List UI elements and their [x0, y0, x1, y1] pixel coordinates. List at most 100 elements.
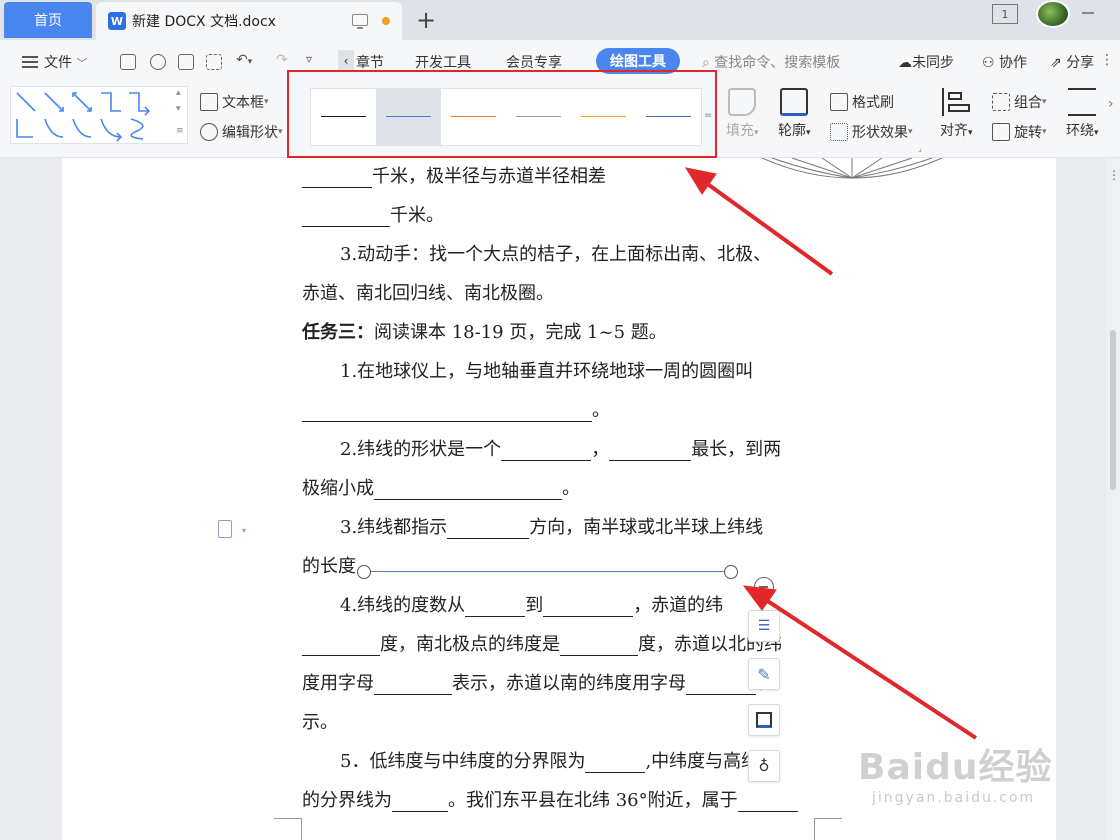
task-heading: 任务三：	[302, 322, 374, 343]
group-button[interactable]: 组合 ▾	[992, 92, 1047, 112]
paragraph-layout-icon[interactable]	[218, 520, 232, 538]
format-painter-button[interactable]: 格式刷	[830, 92, 894, 112]
user-icon: ⚇	[982, 55, 995, 71]
line-shape-gallery[interactable]	[10, 86, 188, 144]
doc-text: 千米。	[390, 205, 444, 226]
scroll-left-icon[interactable]: ‹	[338, 50, 354, 72]
format-painter-label: 格式刷	[852, 95, 894, 111]
text-box-icon	[200, 93, 218, 111]
collapse-icon[interactable]	[754, 577, 774, 597]
avatar[interactable]	[1036, 0, 1070, 28]
doc-text: 千米，极半径与赤道半径相差	[372, 166, 606, 187]
gallery-down-icon[interactable]: ▾	[176, 104, 181, 114]
doc-text: 。	[592, 400, 610, 421]
rotate-button[interactable]: 旋转 ▾	[992, 122, 1047, 142]
vertical-scrollbar[interactable]	[1106, 158, 1120, 840]
layout-options-button[interactable]: ☰	[748, 610, 780, 642]
line-start-handle[interactable]	[357, 565, 371, 579]
fill-blank	[560, 636, 638, 656]
command-search[interactable]: ⌕ 查找命令、搜索模板	[702, 52, 840, 72]
outline-button[interactable]: 轮廓▾	[778, 88, 811, 140]
collaborate-button[interactable]: ⚇ 协作	[982, 52, 1027, 72]
window-minimize-icon[interactable]	[1082, 12, 1094, 15]
text-box-button[interactable]: 文本框 ▾	[200, 92, 269, 112]
watermark-logo: Baidu经验	[858, 738, 1052, 790]
align-button[interactable]: 对齐▾	[940, 88, 973, 140]
fill-bucket-icon	[728, 88, 757, 116]
doc-line: 1.在地球仪上，与地轴垂直并环绕地球一周的圆圈叫	[340, 357, 753, 383]
toolbar-scroll-right-icon[interactable]: ›	[1108, 96, 1114, 112]
chevron-down-icon: ▾	[754, 128, 759, 138]
menu-file-label: 文件	[44, 55, 72, 71]
gallery-expand-icon[interactable]: ≡	[176, 126, 184, 136]
wrap-layout-icon: ☰	[757, 618, 771, 634]
doc-text: 4.纬线的度数从	[340, 595, 466, 616]
menu-file[interactable]: 文件 ﹀	[44, 52, 87, 72]
menu-member[interactable]: 会员专享	[506, 52, 562, 72]
quick-access-more-icon[interactable]: ▿	[306, 52, 312, 66]
share-button[interactable]: ⇗ 分享	[1050, 52, 1094, 72]
wrap-button[interactable]: 环绕▾	[1066, 88, 1099, 140]
doc-line: 。	[302, 396, 610, 422]
tab-document-label: 新建 DOCX 文档.docx	[132, 14, 276, 30]
doc-text: 度，南北极点的纬度是	[380, 634, 560, 655]
redo-icon[interactable]: ↷	[276, 52, 288, 68]
sync-status-label: 未同步	[912, 55, 954, 71]
new-tab-plus-icon[interactable]: +	[416, 6, 436, 34]
edit-shape-button[interactable]: 编辑形状 ▾	[200, 122, 283, 142]
doc-line: 3.纬线都指示 方向，南半球或北半球上纬线	[340, 513, 763, 539]
doc-line: 任务三：阅读课本 18-19 页，完成 1~5 题。	[302, 318, 667, 344]
tab-document[interactable]: W 新建 DOCX 文档.docx	[96, 2, 402, 40]
menu-dev-tools[interactable]: 开发工具	[415, 52, 471, 72]
monitor-icon[interactable]	[352, 14, 368, 29]
tab-draw-tools-label: 绘图工具	[610, 54, 666, 70]
doc-text: 2.纬线的形状是一个	[340, 439, 502, 460]
line-end-handle[interactable]	[724, 565, 738, 579]
unsaved-dot-icon	[382, 17, 390, 25]
menu-chapter[interactable]: 章节	[356, 52, 384, 72]
dialog-launcher-icon[interactable]: ⌟	[918, 144, 922, 153]
side-panel-more-icon[interactable]: ⋮	[1108, 168, 1120, 182]
doc-line: 5．低纬度与中纬度的分界限为 ,中纬度与高纬度	[340, 747, 777, 773]
undo-icon[interactable]: ↶▾	[236, 52, 252, 68]
doc-line: 千米。	[302, 201, 444, 227]
doc-line: 度用字母表示，赤道以南的纬度用字母表	[302, 669, 774, 695]
doc-line: 极缩小成 。	[302, 474, 580, 500]
scrollbar-thumb[interactable]	[1110, 330, 1116, 490]
globe-illustration	[752, 158, 962, 180]
collaborate-label: 协作	[999, 55, 1028, 71]
gallery-up-icon[interactable]: ▴	[176, 88, 181, 98]
rotate-icon	[992, 123, 1010, 141]
chevron-down-icon[interactable]: ▾	[242, 526, 246, 535]
selected-line-shape[interactable]	[364, 571, 731, 572]
wps-writer-icon: W	[108, 12, 126, 30]
chevron-down-icon: ▾	[1042, 97, 1047, 107]
doc-text: ，	[591, 439, 610, 460]
watermark-url-text: jingyan.baidu.com	[872, 790, 1036, 806]
style-brush-button[interactable]: ✎	[748, 658, 780, 690]
sync-status[interactable]: ☁未同步	[898, 52, 954, 72]
export-icon[interactable]	[150, 54, 166, 70]
fill-blank	[686, 675, 756, 695]
rotate-label: 旋转	[1014, 125, 1042, 141]
window-count-icon[interactable]: 1	[992, 4, 1018, 24]
doc-line: 2.纬线的形状是一个 ， 最长，到两	[340, 435, 781, 461]
print-preview-icon[interactable]	[206, 54, 222, 70]
fill-blank	[609, 441, 692, 461]
fill-blank	[392, 792, 448, 812]
save-icon[interactable]	[120, 54, 136, 70]
chevron-down-icon: ▾	[264, 97, 269, 107]
hamburger-icon[interactable]	[22, 56, 38, 68]
outline-label: 轮廓	[778, 123, 806, 139]
fill-button[interactable]: 填充▾	[726, 88, 759, 140]
print-icon[interactable]	[178, 54, 194, 70]
doc-text: 。我们东平县在北纬 36°附近，属于	[448, 790, 738, 811]
ideas-button[interactable]: ♁	[748, 750, 780, 782]
doc-text: 的分界线为	[302, 790, 392, 811]
text-box-label: 文本框	[222, 95, 264, 111]
outline-quick-button[interactable]	[748, 704, 780, 736]
menu-more-icon[interactable]: ⋮	[1100, 52, 1114, 68]
chevron-down-icon: ▾	[806, 128, 811, 138]
tab-home[interactable]: 首页	[4, 2, 92, 38]
shape-effects-button[interactable]: 形状效果 ▾	[830, 122, 913, 142]
